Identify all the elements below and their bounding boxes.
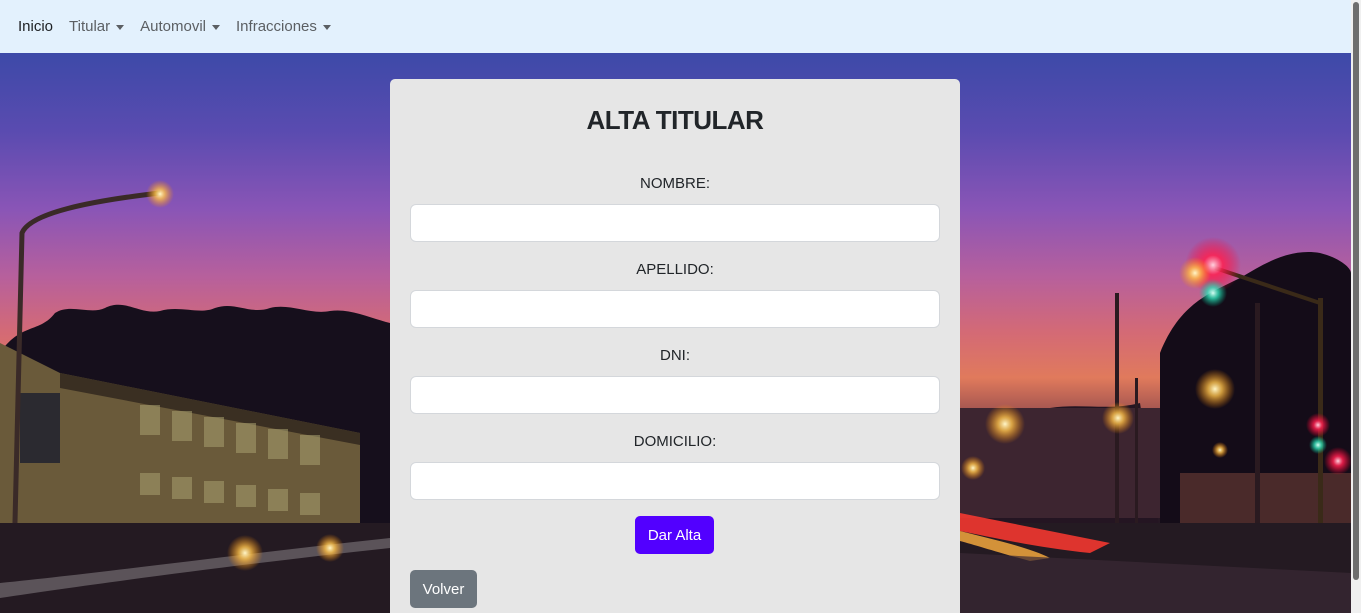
alta-titular-card: ALTA TITULAR NOMBRE: APELLIDO: DNI: DOMI… xyxy=(390,79,960,613)
nav-dropdown-titular[interactable]: Titular xyxy=(69,18,125,35)
domicilio-label: DOMICILIO: xyxy=(633,433,717,450)
nav-item-label: Titular xyxy=(69,18,111,35)
form-title: ALTA TITULAR xyxy=(586,105,764,135)
dni-label: DNI: xyxy=(660,347,690,364)
page-scrollbar[interactable] xyxy=(1351,0,1361,613)
nav-dropdown-automovil[interactable]: Automovil xyxy=(140,18,221,35)
apellido-input[interactable] xyxy=(410,290,940,328)
volver-button[interactable]: Volver xyxy=(410,570,477,608)
scrollbar-thumb[interactable] xyxy=(1353,2,1359,580)
caret-down-icon xyxy=(116,25,125,30)
nombre-label: NOMBRE: xyxy=(639,175,710,192)
nav-dropdown-infracciones[interactable]: Infracciones xyxy=(236,18,331,35)
nav-item-label: Infracciones xyxy=(236,18,317,35)
caret-down-icon xyxy=(212,25,221,30)
caret-down-icon xyxy=(322,25,331,30)
dni-input[interactable] xyxy=(410,376,940,414)
top-navbar: Inicio Titular Automovil Infracciones xyxy=(0,0,1351,53)
domicilio-input[interactable] xyxy=(410,462,940,500)
nav-item-label: Inicio xyxy=(18,18,54,35)
nav-item-label: Automovil xyxy=(140,18,207,35)
apellido-label: APELLIDO: xyxy=(636,261,714,278)
dar-alta-button[interactable]: Dar Alta xyxy=(635,516,714,554)
nav-item-inicio[interactable]: Inicio xyxy=(18,18,53,35)
nombre-input[interactable] xyxy=(410,204,940,242)
